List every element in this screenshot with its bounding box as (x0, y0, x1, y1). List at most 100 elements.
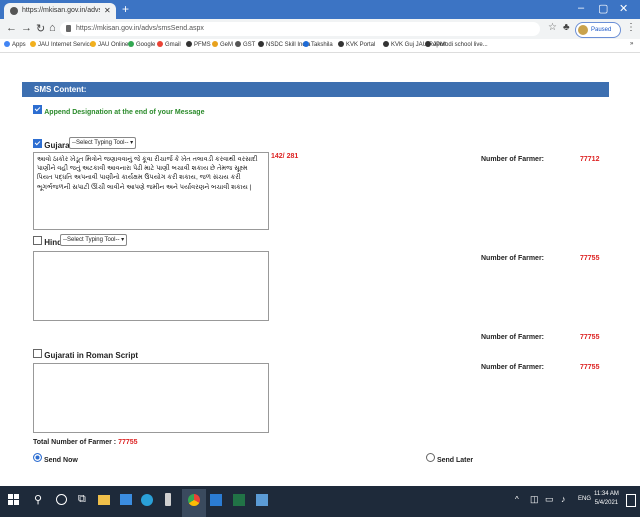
outlook-icon[interactable] (210, 494, 222, 506)
hindi-checkbox[interactable] (33, 236, 42, 245)
network-icon[interactable]: ◫ (530, 494, 539, 505)
home-icon[interactable]: ⌂ (49, 22, 56, 34)
avatar (578, 25, 588, 35)
bookmark-label: GeM (220, 42, 234, 48)
hindi-typing-tool-select[interactable]: --Select Typing Tool-- ▾ (60, 234, 128, 246)
bookmark-icon (157, 41, 163, 47)
send-later-radio[interactable] (426, 453, 435, 462)
hindi-message-textarea[interactable] (33, 251, 269, 321)
profile-button[interactable]: Paused (575, 22, 621, 38)
bookmark-icon (4, 41, 10, 47)
bookmark-icon (90, 41, 96, 47)
bookmark-label: Google (136, 42, 156, 48)
bookmark-item[interactable]: JAU Internet Service (30, 41, 93, 48)
total-farmers: Total Number of Farmer : 77755 (33, 439, 138, 446)
append-designation-row: Append Designation at the end of your Me… (33, 105, 204, 116)
usb-device-icon[interactable] (165, 493, 171, 506)
roman-farmers-label-1: Number of Farmer: (481, 334, 545, 341)
close-window-icon[interactable]: ✕ (619, 2, 628, 15)
bookmark-icon (303, 41, 309, 47)
search-icon[interactable]: ⚲ (34, 493, 42, 506)
bookmark-icon (338, 41, 344, 47)
append-designation-label: Append Designation at the end of your Me… (44, 109, 205, 116)
photos-icon[interactable] (256, 494, 268, 506)
profile-status: Paused (591, 27, 612, 33)
chrome-icon[interactable] (188, 494, 200, 506)
send-now-radio[interactable] (33, 453, 42, 462)
bookmark-item[interactable]: GeM (212, 41, 233, 48)
lock-icon (66, 25, 71, 32)
volume-icon[interactable]: ♪ (561, 494, 566, 504)
send-now-option[interactable]: Send Now (33, 453, 78, 464)
bookmarks-overflow-icon[interactable]: » (630, 41, 633, 47)
file-explorer-icon[interactable] (98, 495, 110, 505)
send-now-label: Send Now (43, 457, 78, 464)
bookmark-icon (30, 41, 36, 47)
bookmark-label: PFMS (194, 42, 211, 48)
hindi-typing-tool-value: --Select Typing Tool-- (63, 237, 120, 243)
send-later-option[interactable]: Send Later (426, 453, 473, 464)
bookmark-item[interactable]: GST (235, 41, 255, 48)
roman-message-textarea[interactable] (33, 363, 269, 433)
total-farmers-label: Total Number of Farmer : (33, 439, 117, 446)
gujarati-farmers-count: 77712 (580, 156, 600, 163)
battery-icon[interactable]: ▭ (545, 494, 554, 505)
hindi-farmers-label: Number of Farmer: (481, 255, 545, 262)
bookmark-item[interactable]: Takshila (303, 41, 333, 48)
tab-title: https://mkisan.gov.in/advs/smsS (22, 7, 100, 14)
section-title: SMS Content: (34, 85, 87, 94)
bookmark-label: Gmail (165, 42, 181, 48)
back-icon[interactable]: ← (6, 22, 17, 34)
gujarati-typing-tool-value: --Select Typing Tool-- (72, 140, 129, 146)
close-tab-icon[interactable]: ✕ (104, 3, 111, 19)
roman-farmers-count-2: 77755 (580, 364, 600, 371)
cortana-icon[interactable] (56, 494, 67, 505)
roman-row: Gujarati in Roman Script (33, 349, 138, 360)
excel-icon[interactable] (233, 494, 245, 506)
bookmark-item[interactable]: JAU Online (90, 41, 128, 48)
tray-chevron-icon[interactable]: ^ (515, 495, 519, 504)
bookmark-item[interactable]: JPModi school live... (425, 41, 488, 48)
bookmark-icon (425, 41, 431, 47)
windows-start-icon[interactable] (8, 494, 20, 506)
maximize-icon[interactable]: ▢ (598, 2, 608, 15)
clock-date: 5/4/2021 (594, 500, 619, 506)
bookmark-item[interactable]: Gmail (157, 41, 181, 48)
bookmark-item[interactable]: Google (128, 41, 155, 48)
bookmark-label: JPModi school live... (433, 42, 488, 48)
bookmark-star-icon[interactable]: ☆ (548, 22, 557, 33)
edge-icon[interactable] (141, 494, 153, 506)
bookmark-label: JAU Internet Service (38, 42, 94, 48)
new-tab-icon[interactable]: + (122, 2, 129, 16)
send-later-label: Send Later (436, 457, 474, 464)
bookmark-item[interactable]: PFMS (186, 41, 211, 48)
input-language[interactable]: ENG (578, 496, 591, 502)
notifications-icon[interactable] (626, 494, 636, 507)
bookmark-item[interactable]: Apps (4, 41, 26, 48)
task-view-icon[interactable]: ⧉ (78, 493, 86, 506)
bookmark-item[interactable]: KVK Portal (338, 41, 375, 48)
menu-dots-icon[interactable]: ⋮ (626, 22, 636, 33)
minimize-icon[interactable]: – (578, 2, 584, 14)
clock[interactable]: 11:34 AM 5/4/2021 (594, 490, 619, 508)
forward-icon[interactable]: → (21, 22, 32, 34)
append-designation-checkbox[interactable] (33, 105, 42, 114)
roman-checkbox[interactable] (33, 349, 42, 358)
roman-farmers-count-1: 77755 (580, 334, 600, 341)
reload-icon[interactable]: ↻ (36, 22, 45, 35)
total-farmers-count: 77755 (118, 439, 138, 446)
bookmark-label: GST (243, 42, 256, 48)
address-bar[interactable]: https://mkisan.gov.in/advs/smsSend.aspx (60, 22, 540, 36)
browser-tab[interactable]: https://mkisan.gov.in/advs/smsS ✕ (4, 3, 116, 19)
address-url: https://mkisan.gov.in/advs/smsSend.aspx (76, 25, 204, 32)
windows-taskbar (0, 486, 640, 517)
store-icon[interactable] (120, 494, 132, 505)
section-header: SMS Content: (22, 82, 609, 97)
bookmark-label: KVK Portal (346, 42, 376, 48)
bookmark-icon (235, 41, 241, 47)
gujarati-checkbox[interactable] (33, 139, 42, 148)
extensions-icon[interactable]: ♣ (563, 22, 570, 33)
bookmark-icon (186, 41, 192, 47)
gujarati-message-textarea[interactable]: આવો ઠાકોર ખેડૂત મિત્રોને જણાવવાનું જે કૂ… (33, 152, 269, 230)
gujarati-typing-tool-select[interactable]: --Select Typing Tool-- ▾ (69, 137, 137, 149)
